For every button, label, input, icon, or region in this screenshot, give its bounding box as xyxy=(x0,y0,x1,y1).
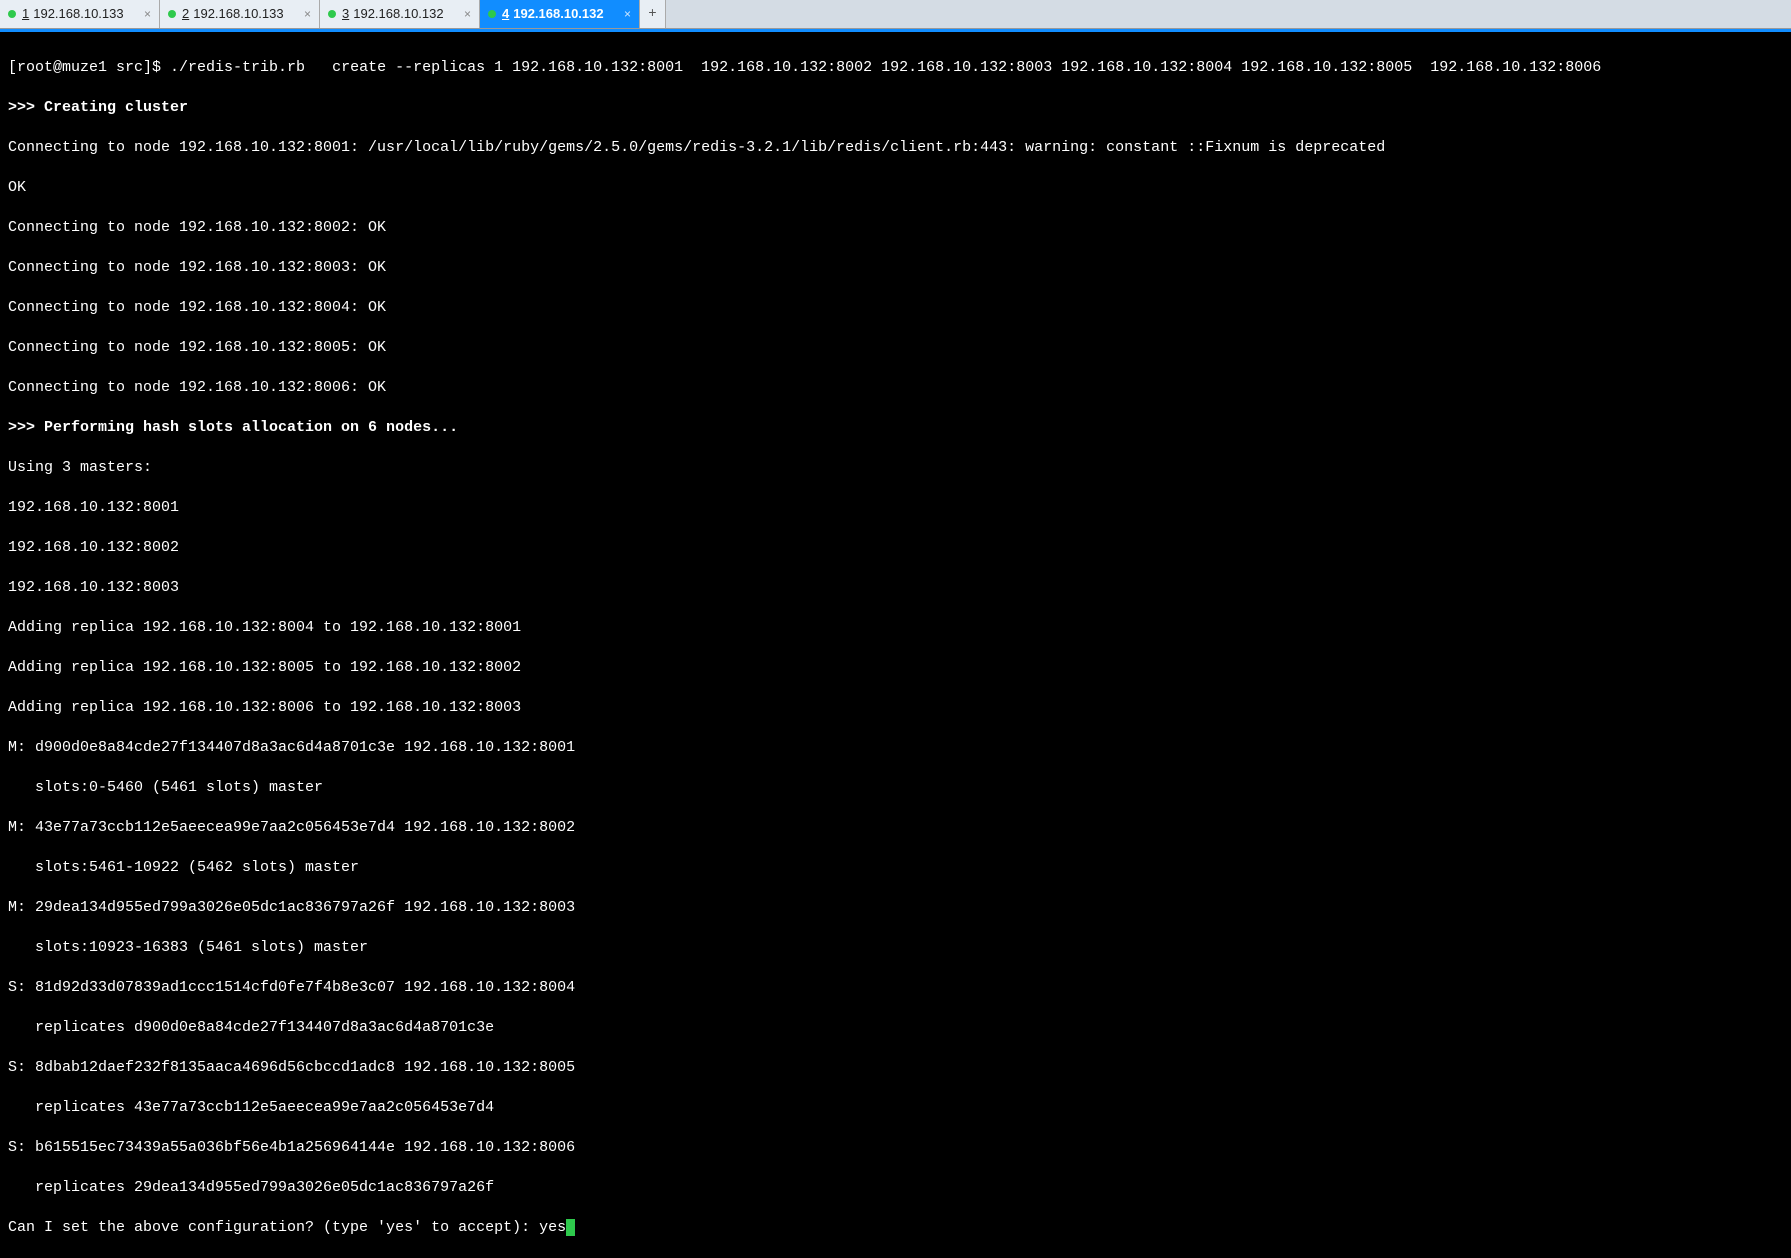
tab-title: 192.168.10.132 xyxy=(513,4,616,24)
command-text: ./redis-trib.rb xyxy=(170,59,305,76)
tab-number: 1 xyxy=(22,4,29,24)
output-line: Connecting to node 192.168.10.132:8001: … xyxy=(8,138,1783,158)
status-dot-icon xyxy=(328,10,336,18)
command-line: [root@muze1 src]$ ./redis-trib.rb create… xyxy=(8,58,1783,78)
user-input: yes xyxy=(539,1219,566,1236)
tab-number: 2 xyxy=(182,4,189,24)
cursor-icon xyxy=(566,1219,575,1236)
confirmation-prompt-line: Can I set the above configuration? (type… xyxy=(8,1218,1783,1238)
tab-number: 3 xyxy=(342,4,349,24)
output-line: Adding replica 192.168.10.132:8005 to 19… xyxy=(8,658,1783,678)
output-line: >>> Performing hash slots allocation on … xyxy=(8,418,1783,438)
output-line: M: d900d0e8a84cde27f134407d8a3ac6d4a8701… xyxy=(8,738,1783,758)
output-line: S: 81d92d33d07839ad1ccc1514cfd0fe7f4b8e3… xyxy=(8,978,1783,998)
output-line: 192.168.10.132:8002 xyxy=(8,538,1783,558)
tab-4[interactable]: 4 192.168.10.132 × xyxy=(480,0,640,28)
output-line: M: 43e77a73ccb112e5aeecea99e7aa2c056453e… xyxy=(8,818,1783,838)
confirmation-prompt: Can I set the above configuration? (type… xyxy=(8,1219,539,1236)
tab-2[interactable]: 2 192.168.10.133 × xyxy=(160,0,320,28)
output-line: >>> Creating cluster xyxy=(8,98,1783,118)
output-line: Adding replica 192.168.10.132:8004 to 19… xyxy=(8,618,1783,638)
tab-bar: 1 192.168.10.133 × 2 192.168.10.133 × 3 … xyxy=(0,0,1791,29)
output-line: replicates 29dea134d955ed799a3026e05dc1a… xyxy=(8,1178,1783,1198)
status-dot-icon xyxy=(168,10,176,18)
output-line: S: 8dbab12daef232f8135aaca4696d56cbccd1a… xyxy=(8,1058,1783,1078)
tab-1[interactable]: 1 192.168.10.133 × xyxy=(0,0,160,28)
tab-title: 192.168.10.133 xyxy=(33,4,136,24)
output-line: replicates d900d0e8a84cde27f134407d8a3ac… xyxy=(8,1018,1783,1038)
status-dot-icon xyxy=(488,10,496,18)
close-icon[interactable]: × xyxy=(144,4,151,24)
output-line: Connecting to node 192.168.10.132:8006: … xyxy=(8,378,1783,398)
output-line: Connecting to node 192.168.10.132:8005: … xyxy=(8,338,1783,358)
output-line: Connecting to node 192.168.10.132:8004: … xyxy=(8,298,1783,318)
output-line: M: 29dea134d955ed799a3026e05dc1ac836797a… xyxy=(8,898,1783,918)
output-line: slots:10923-16383 (5461 slots) master xyxy=(8,938,1783,958)
tab-3[interactable]: 3 192.168.10.132 × xyxy=(320,0,480,28)
output-line: slots:5461-10922 (5462 slots) master xyxy=(8,858,1783,878)
output-line: S: b615515ec73439a55a036bf56e4b1a2569641… xyxy=(8,1138,1783,1158)
output-line: 192.168.10.132:8001 xyxy=(8,498,1783,518)
output-line: 192.168.10.132:8003 xyxy=(8,578,1783,598)
terminal-output[interactable]: [root@muze1 src]$ ./redis-trib.rb create… xyxy=(0,32,1791,1258)
output-line: Using 3 masters: xyxy=(8,458,1783,478)
close-icon[interactable]: × xyxy=(304,4,311,24)
new-tab-button[interactable]: + xyxy=(640,0,666,28)
command-args: create --replicas 1 192.168.10.132:8001 … xyxy=(332,59,1601,76)
close-icon[interactable]: × xyxy=(464,4,471,24)
close-icon[interactable]: × xyxy=(624,4,631,24)
output-line: replicates 43e77a73ccb112e5aeecea99e7aa2… xyxy=(8,1098,1783,1118)
output-line: Adding replica 192.168.10.132:8006 to 19… xyxy=(8,698,1783,718)
output-line: Connecting to node 192.168.10.132:8003: … xyxy=(8,258,1783,278)
tab-number: 4 xyxy=(502,4,509,24)
tab-title: 192.168.10.133 xyxy=(193,4,296,24)
output-line: OK xyxy=(8,178,1783,198)
tab-title: 192.168.10.132 xyxy=(353,4,456,24)
plus-icon: + xyxy=(648,4,656,24)
status-dot-icon xyxy=(8,10,16,18)
output-line: slots:0-5460 (5461 slots) master xyxy=(8,778,1783,798)
shell-prompt: [root@muze1 src]$ xyxy=(8,59,170,76)
output-line: Connecting to node 192.168.10.132:8002: … xyxy=(8,218,1783,238)
